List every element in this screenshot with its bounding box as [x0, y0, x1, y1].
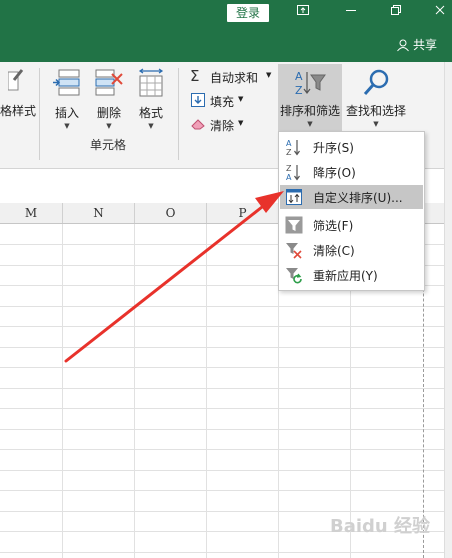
fill-button[interactable]: 填充 ▼	[190, 91, 250, 111]
sort-descending-icon: Z A	[286, 164, 300, 181]
row-gridline	[0, 490, 452, 491]
share-button[interactable]: 共享	[396, 36, 437, 53]
sort-filter-dropdown-caret[interactable]: ▼	[307, 120, 312, 128]
row-gridline	[0, 347, 452, 348]
menu-item-label: 重新应用(Y)	[313, 269, 378, 283]
svg-text:Z: Z	[286, 164, 292, 173]
svg-text:Z: Z	[295, 84, 303, 97]
format-button[interactable]: 格式 ▼	[132, 66, 170, 130]
delete-button[interactable]: 删除 ▼	[90, 66, 128, 130]
column-header-n[interactable]: N	[63, 203, 135, 223]
ribbon-separator	[178, 68, 179, 160]
clear-label: 清除	[210, 119, 235, 133]
column-gridline	[134, 224, 135, 558]
sort-filter-menu: A Z 升序(S) Z A 降序(O) 自定义排序(U)... 筛选(F) 清除…	[278, 131, 425, 291]
row-gridline	[0, 367, 452, 368]
insert-label: 插入	[54, 106, 79, 120]
autosum-dropdown-caret[interactable]: ▼	[266, 71, 271, 79]
row-gridline	[0, 429, 452, 430]
insert-cells-icon	[53, 69, 80, 96]
row-gridline	[0, 449, 452, 450]
clear-button[interactable]: 清除 ▼	[190, 115, 250, 135]
menu-item-filter[interactable]: 筛选(F)	[280, 213, 423, 237]
clear-dropdown-caret[interactable]: ▼	[238, 119, 243, 127]
row-gridline	[0, 470, 452, 471]
svg-text:A: A	[295, 70, 303, 83]
cell-styles-label: 格样式	[0, 104, 37, 118]
title-bar: 登录 共享	[0, 0, 452, 62]
row-gridline	[0, 306, 452, 307]
clear-filter-icon	[286, 243, 302, 259]
column-gridline	[62, 224, 63, 558]
ribbon-display-options-icon[interactable]	[293, 3, 313, 23]
restore-window-icon[interactable]	[386, 3, 406, 23]
row-gridline	[0, 388, 452, 389]
cell-styles-button[interactable]: 格样式	[0, 66, 37, 126]
menu-item-clear-filter[interactable]: 清除(C)	[280, 238, 423, 262]
magnifier-icon	[363, 69, 389, 95]
sigma-icon: Σ	[190, 67, 200, 85]
format-dropdown-caret[interactable]: ▼	[148, 122, 153, 130]
sort-filter-icon: A Z	[295, 70, 326, 97]
row-gridline	[0, 552, 452, 553]
column-gridline	[206, 224, 207, 558]
menu-item-label: 清除(C)	[313, 244, 355, 258]
eraser-icon	[191, 119, 205, 130]
menu-item-sort-ascending[interactable]: A Z 升序(S)	[280, 135, 423, 159]
login-button[interactable]: 登录	[227, 4, 269, 22]
minimize-icon[interactable]	[341, 3, 361, 23]
sort-filter-button[interactable]: A Z 排序和筛选 ▼	[278, 64, 342, 132]
insert-button[interactable]: 插入 ▼	[48, 66, 86, 130]
reapply-icon	[286, 268, 302, 284]
svg-text:Z: Z	[286, 148, 292, 156]
menu-item-label: 升序(S)	[313, 141, 354, 155]
insert-dropdown-caret[interactable]: ▼	[64, 122, 69, 130]
find-select-button[interactable]: 查找和选择 ▼	[344, 64, 408, 132]
format-cells-icon	[138, 68, 164, 97]
menu-item-reapply[interactable]: 重新应用(Y)	[280, 263, 423, 287]
custom-sort-icon	[286, 189, 302, 205]
autosum-label: 自动求和	[210, 71, 259, 85]
sort-filter-label: 排序和筛选	[279, 104, 340, 118]
share-label: 共享	[413, 38, 438, 52]
row-gridline	[0, 408, 452, 409]
menu-item-label: 降序(O)	[313, 166, 356, 180]
cell-styles-icon	[8, 69, 24, 91]
sort-ascending-icon: A Z	[286, 139, 300, 156]
menu-item-label: 筛选(F)	[313, 219, 354, 233]
find-select-dropdown-caret[interactable]: ▼	[373, 120, 378, 128]
column-header-o[interactable]: O	[135, 203, 207, 223]
filter-icon	[285, 216, 303, 234]
menu-item-sort-descending[interactable]: Z A 降序(O)	[280, 160, 423, 184]
close-icon[interactable]	[430, 3, 450, 23]
user-icon	[397, 39, 409, 51]
delete-cells-icon	[95, 69, 123, 96]
watermark: Baidu 经验	[330, 516, 431, 537]
fill-down-icon	[191, 93, 205, 107]
svg-text:A: A	[286, 139, 292, 148]
format-label: 格式	[138, 106, 163, 120]
cells-group-label: 单元格	[90, 138, 127, 152]
delete-label: 删除	[96, 106, 121, 120]
delete-dropdown-caret[interactable]: ▼	[106, 122, 111, 130]
column-header-p[interactable]: P	[207, 203, 279, 223]
menu-item-label: 自定义排序(U)...	[313, 191, 403, 205]
svg-text:A: A	[286, 173, 292, 181]
menu-item-custom-sort[interactable]: 自定义排序(U)...	[280, 185, 423, 209]
column-header-m[interactable]: M	[0, 203, 63, 223]
find-select-label: 查找和选择	[345, 104, 406, 118]
fill-dropdown-caret[interactable]: ▼	[238, 95, 243, 103]
ribbon-separator	[39, 68, 40, 160]
fill-label: 填充	[210, 95, 235, 109]
autosum-button[interactable]: Σ 自动求和 ▼	[190, 67, 276, 87]
vertical-scrollbar[interactable]	[444, 62, 452, 558]
row-gridline	[0, 326, 452, 327]
